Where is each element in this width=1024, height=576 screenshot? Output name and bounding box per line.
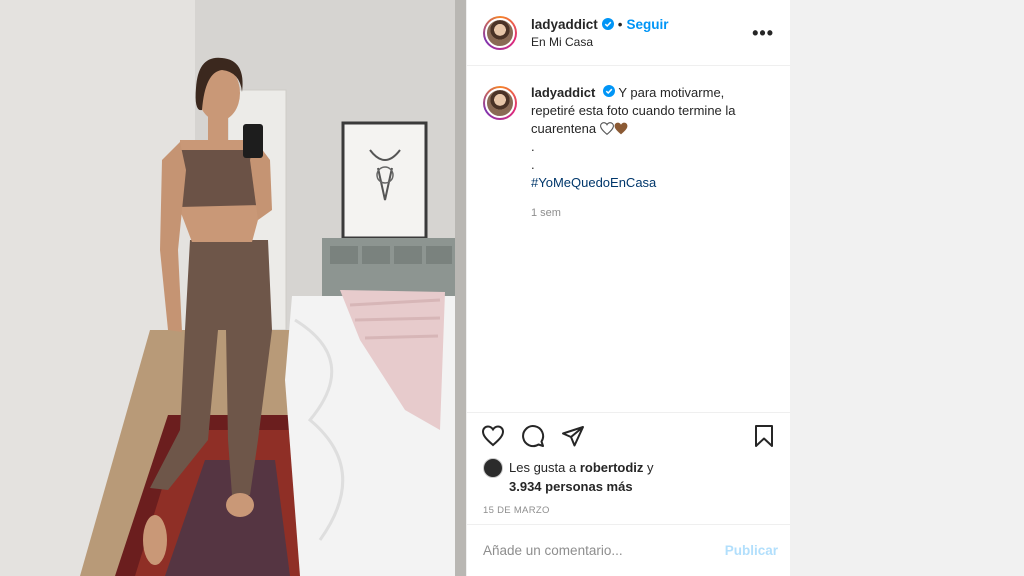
comments-area: ladyaddict Y para motivarme, repetiré es… [467, 66, 790, 412]
like-button[interactable] [481, 419, 521, 453]
caption-dot-1: . [531, 139, 535, 154]
author-username[interactable]: ladyaddict [531, 17, 598, 32]
add-comment-bar: Publicar [467, 524, 790, 576]
caption-text-line2: repetiré esta foto cuando termine la [531, 103, 736, 118]
caption-age: 1 sem [531, 207, 561, 219]
action-bar [467, 412, 790, 458]
white-heart-emoji-icon [599, 122, 614, 135]
location-link[interactable]: En Mi Casa [531, 35, 748, 49]
comment-button[interactable] [521, 419, 561, 453]
verified-badge-icon [602, 85, 615, 97]
caption-username[interactable]: ladyaddict [531, 85, 595, 100]
likes-prefix: Les gusta a [509, 460, 577, 475]
save-button[interactable] [752, 419, 780, 453]
comment-icon [522, 424, 545, 447]
page-background [790, 0, 1024, 576]
caption: ladyaddict Y para motivarme, repetiré es… [483, 84, 774, 222]
author-avatar[interactable] [483, 15, 517, 50]
post-sidebar: ladyaddict • Seguir En Mi Casa ••• ladya… [466, 0, 790, 576]
caption-text-line3: cuarentena [531, 121, 597, 136]
likes-summary: Les gusta a robertodiz y 3.934 personas … [467, 458, 790, 498]
caption-dot-2: . [531, 157, 535, 172]
post-date[interactable]: 15 DE MARZO [467, 498, 790, 524]
publish-button[interactable]: Publicar [725, 543, 778, 558]
caption-text-line1: Y para motivarme, [618, 85, 725, 100]
liker-avatar[interactable] [483, 458, 503, 478]
bookmark-icon [755, 424, 773, 447]
likes-count[interactable]: 3.934 personas más [509, 479, 633, 494]
caption-avatar[interactable] [483, 86, 517, 120]
comment-input[interactable] [483, 543, 725, 558]
likes-suffix: y [647, 460, 654, 475]
verified-badge-icon [601, 18, 614, 30]
mirror-selfie-image [0, 0, 466, 576]
separator-dot: • [617, 16, 623, 32]
hashtag-link[interactable]: #YoMeQuedoEnCasa [531, 175, 656, 190]
more-options-icon[interactable]: ••• [748, 24, 778, 42]
post-photo[interactable] [0, 0, 466, 576]
instagram-post: ladyaddict • Seguir En Mi Casa ••• ladya… [0, 0, 790, 576]
follow-button[interactable]: Seguir [627, 17, 669, 32]
heart-icon [481, 424, 505, 446]
paper-plane-icon [562, 425, 584, 446]
liker-username[interactable]: robertodiz [580, 460, 644, 475]
caption-body: ladyaddict Y para motivarme, repetiré es… [531, 84, 767, 222]
post-header: ladyaddict • Seguir En Mi Casa ••• [467, 0, 790, 66]
share-button[interactable] [561, 419, 601, 453]
author-info: ladyaddict • Seguir En Mi Casa [531, 17, 748, 49]
brown-heart-emoji-icon [614, 122, 628, 135]
